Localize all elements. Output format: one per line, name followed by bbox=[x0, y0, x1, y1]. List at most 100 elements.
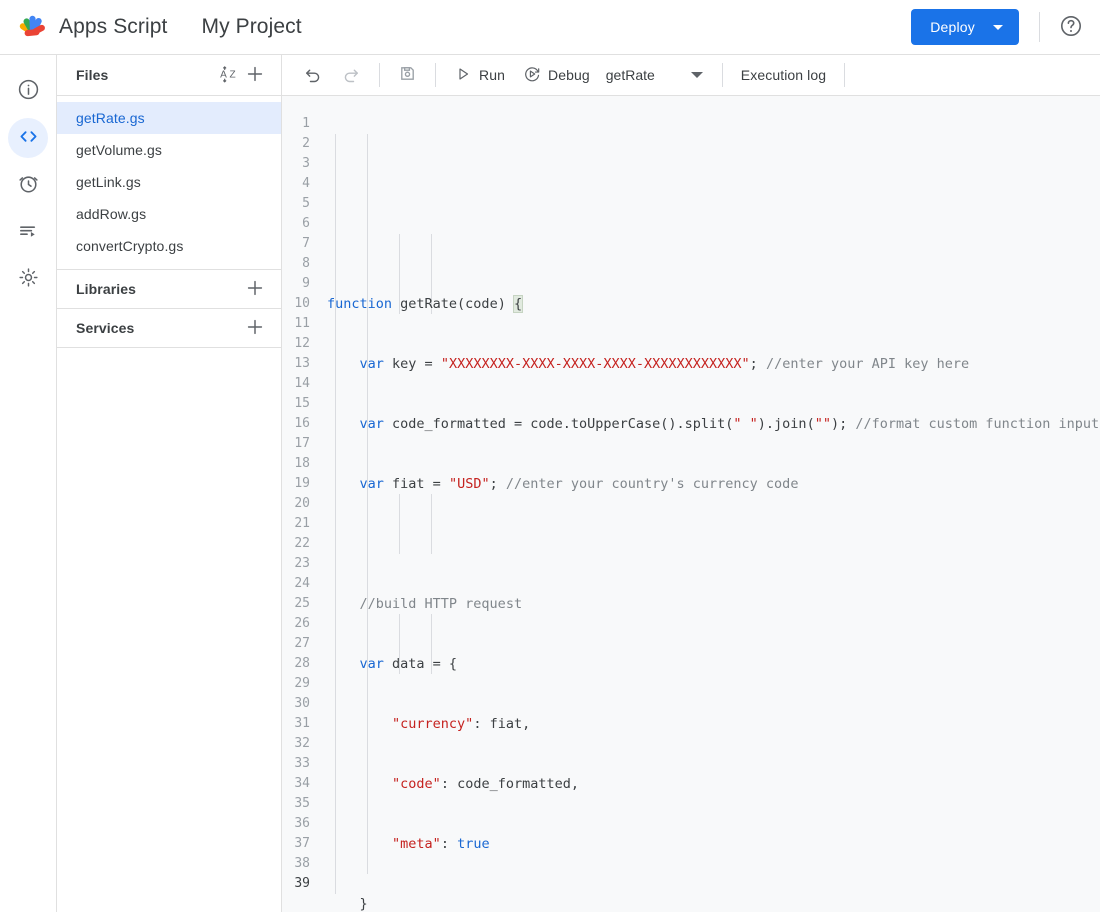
line-number: 6 bbox=[282, 214, 322, 234]
toolbar-divider bbox=[435, 63, 436, 87]
toolbar-divider bbox=[722, 63, 723, 87]
code-brackets-icon bbox=[17, 125, 40, 151]
code-line[interactable]: "meta": true bbox=[322, 834, 1100, 854]
files-panel: Files A Z bbox=[57, 55, 282, 912]
rail-item-executions[interactable] bbox=[8, 212, 48, 252]
debug-icon bbox=[523, 65, 541, 86]
line-number: 37 bbox=[282, 834, 322, 854]
file-item-convertcrypto[interactable]: convertCrypto.gs bbox=[57, 230, 281, 262]
sort-alpha-icon: A Z bbox=[218, 63, 240, 88]
run-button[interactable]: Run bbox=[445, 60, 514, 90]
execution-log-button[interactable]: Execution log bbox=[732, 60, 835, 90]
line-number: 19 bbox=[282, 474, 322, 494]
line-number: 31 bbox=[282, 714, 322, 734]
chevron-down-icon bbox=[691, 72, 703, 78]
libraries-section[interactable]: Libraries bbox=[57, 270, 281, 309]
selected-function-label: getRate bbox=[606, 67, 655, 83]
svg-text:A: A bbox=[220, 69, 227, 80]
line-number: 35 bbox=[282, 794, 322, 814]
line-number: 30 bbox=[282, 694, 322, 714]
undo-button[interactable] bbox=[294, 60, 332, 90]
line-number: 34 bbox=[282, 774, 322, 794]
plus-icon bbox=[244, 277, 266, 302]
plus-icon bbox=[244, 63, 266, 88]
alarm-clock-icon bbox=[17, 172, 40, 198]
code-line[interactable]: function getRate(code) { bbox=[322, 294, 1100, 314]
line-number-active: 39 bbox=[282, 874, 322, 894]
line-number-gutter: 1 2 3 4 5 6 7 8 9 10 11 12 13 14 15 16 1 bbox=[282, 96, 322, 912]
line-number: 5 bbox=[282, 194, 322, 214]
line-number: 15 bbox=[282, 394, 322, 414]
code-line[interactable] bbox=[322, 534, 1100, 554]
toolbar-divider bbox=[844, 63, 845, 87]
line-number: 16 bbox=[282, 414, 322, 434]
debug-button[interactable]: Debug bbox=[514, 60, 599, 90]
toolbar-divider bbox=[379, 63, 380, 87]
brand[interactable]: Apps Script bbox=[18, 12, 167, 42]
code-text[interactable]: function getRate(code) { var key = "XXXX… bbox=[322, 96, 1100, 912]
line-number: 29 bbox=[282, 674, 322, 694]
code-line[interactable]: //build HTTP request bbox=[322, 594, 1100, 614]
line-number: 13 bbox=[282, 354, 322, 374]
line-number: 28 bbox=[282, 654, 322, 674]
left-rail bbox=[0, 55, 57, 912]
project-title[interactable]: My Project bbox=[201, 15, 301, 39]
sort-files-button[interactable]: A Z bbox=[216, 62, 242, 88]
line-number: 20 bbox=[282, 494, 322, 514]
file-item-getrate[interactable]: getRate.gs bbox=[57, 102, 281, 134]
editor-toolbar: Run Debug getRate bbox=[282, 55, 1100, 96]
rail-item-triggers[interactable] bbox=[8, 165, 48, 205]
line-number: 10 bbox=[282, 294, 322, 314]
rail-item-overview[interactable] bbox=[8, 71, 48, 111]
code-line[interactable]: var code_formatted = code.toUpperCase().… bbox=[322, 414, 1100, 434]
help-button[interactable] bbox=[1058, 14, 1084, 40]
executions-list-icon bbox=[17, 219, 40, 245]
save-button[interactable] bbox=[389, 60, 426, 90]
deploy-label: Deploy bbox=[930, 19, 975, 35]
redo-button[interactable] bbox=[332, 60, 370, 90]
add-service-button[interactable] bbox=[242, 315, 268, 341]
apps-script-app: Apps Script My Project Deploy bbox=[0, 0, 1100, 912]
code-line[interactable]: "code": code_formatted, bbox=[322, 774, 1100, 794]
code-line[interactable]: var data = { bbox=[322, 654, 1100, 674]
code-editor[interactable]: 1 2 3 4 5 6 7 8 9 10 11 12 13 14 15 16 1 bbox=[282, 96, 1100, 912]
add-library-button[interactable] bbox=[242, 276, 268, 302]
line-number: 1 bbox=[282, 114, 322, 134]
deploy-button[interactable]: Deploy bbox=[911, 9, 1019, 45]
services-title: Services bbox=[76, 320, 242, 336]
code-line[interactable]: "currency": fiat, bbox=[322, 714, 1100, 734]
redo-arrow-icon bbox=[341, 64, 361, 87]
svg-text:Z: Z bbox=[229, 69, 235, 80]
line-number: 14 bbox=[282, 374, 322, 394]
file-list: getRate.gs getVolume.gs getLink.gs addRo… bbox=[57, 96, 281, 270]
line-number: 25 bbox=[282, 594, 322, 614]
file-item-addrow[interactable]: addRow.gs bbox=[57, 198, 281, 230]
add-file-button[interactable] bbox=[242, 62, 268, 88]
file-item-getlink[interactable]: getLink.gs bbox=[57, 166, 281, 198]
top-bar: Apps Script My Project Deploy bbox=[0, 0, 1100, 55]
line-number: 22 bbox=[282, 534, 322, 554]
line-number: 8 bbox=[282, 254, 322, 274]
rail-item-project-settings[interactable] bbox=[8, 259, 48, 299]
plus-icon bbox=[244, 316, 266, 341]
run-label: Run bbox=[479, 67, 505, 83]
info-circle-icon bbox=[17, 78, 40, 104]
line-number: 32 bbox=[282, 734, 322, 754]
line-number: 36 bbox=[282, 814, 322, 834]
line-number: 9 bbox=[282, 274, 322, 294]
line-number: 4 bbox=[282, 174, 322, 194]
services-section[interactable]: Services bbox=[57, 309, 281, 348]
function-selector[interactable]: getRate bbox=[599, 60, 713, 90]
line-number: 12 bbox=[282, 334, 322, 354]
rail-item-editor[interactable] bbox=[8, 118, 48, 158]
code-line[interactable]: } bbox=[322, 894, 1100, 912]
code-line[interactable]: var key = "XXXXXXXX-XXXX-XXXX-XXXX-XXXXX… bbox=[322, 354, 1100, 374]
code-line[interactable]: var fiat = "USD"; //enter your country's… bbox=[322, 474, 1100, 494]
undo-arrow-icon bbox=[303, 64, 323, 87]
line-number: 3 bbox=[282, 154, 322, 174]
line-number: 17 bbox=[282, 434, 322, 454]
play-triangle-icon bbox=[454, 65, 472, 86]
libraries-title: Libraries bbox=[76, 281, 242, 297]
help-circle-icon bbox=[1059, 14, 1083, 41]
file-item-getvolume[interactable]: getVolume.gs bbox=[57, 134, 281, 166]
